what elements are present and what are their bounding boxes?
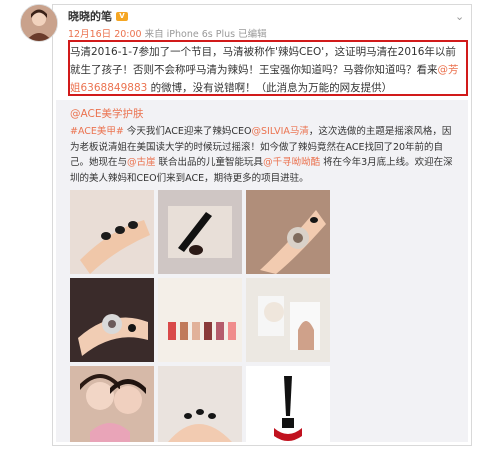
photo-nails-hand-1[interactable] — [70, 190, 154, 274]
repost-author[interactable]: @ACE美学护肤 — [70, 106, 143, 121]
post-source: 来自 iPhone 6s Plus — [144, 29, 236, 40]
post-meta: 12月16日 20:00 来自 iPhone 6s Plus 已编辑 — [68, 26, 267, 40]
repost-text-part: 联合出品的儿童智能玩具 — [155, 157, 264, 168]
photo-nails-hands-2[interactable] — [246, 366, 330, 442]
avatar[interactable] — [20, 4, 58, 42]
author-name[interactable]: 晓晓的笔 — [68, 8, 112, 24]
mention-link[interactable]: @SILVIA马清 — [252, 126, 309, 137]
photo-ring-hand[interactable] — [246, 190, 330, 274]
post-time[interactable]: 12月16日 20:00 — [68, 29, 142, 40]
photo-ace-salon-wall[interactable] — [246, 278, 330, 362]
post-author[interactable]: 晓晓的笔 V — [68, 8, 128, 24]
photo-selfie-two-women[interactable] — [158, 366, 242, 442]
post-text-part: 马清2016-1-7参加了一个节目，马清被称作'辣妈CEO'，这证明马清在201… — [70, 46, 456, 76]
post-edited: 已编辑 — [238, 29, 267, 40]
repost-text-part: 今天我们ACE迎来了辣妈CEO — [123, 126, 252, 137]
post-text: 马清2016-1-7参加了一个节目，马清被称作'辣妈CEO'，这证明马清在201… — [70, 43, 466, 97]
post-text-part: 的微博，没有说错啊！（此消息为万能的网友提供） — [147, 82, 393, 94]
topic-tag[interactable]: #ACE美甲# — [70, 126, 124, 137]
mention-link[interactable]: @千寻呦呦酷 — [263, 157, 320, 168]
chevron-down-icon[interactable]: ⌄ — [455, 10, 464, 23]
photo-selfie-couple[interactable] — [70, 366, 154, 442]
photo-nail-polish-brush[interactable] — [158, 190, 242, 274]
photo-polish-bottles[interactable] — [158, 278, 242, 362]
mention-link[interactable]: @古崖 — [127, 157, 156, 168]
photo-bracelet-rings[interactable] — [70, 278, 154, 362]
avatar-image — [21, 5, 57, 41]
repost-text: #ACE美甲# 今天我们ACE迎来了辣妈CEO@SILVIA马清，这次选做的主题… — [70, 124, 460, 186]
vip-badge-icon: V — [116, 11, 128, 21]
